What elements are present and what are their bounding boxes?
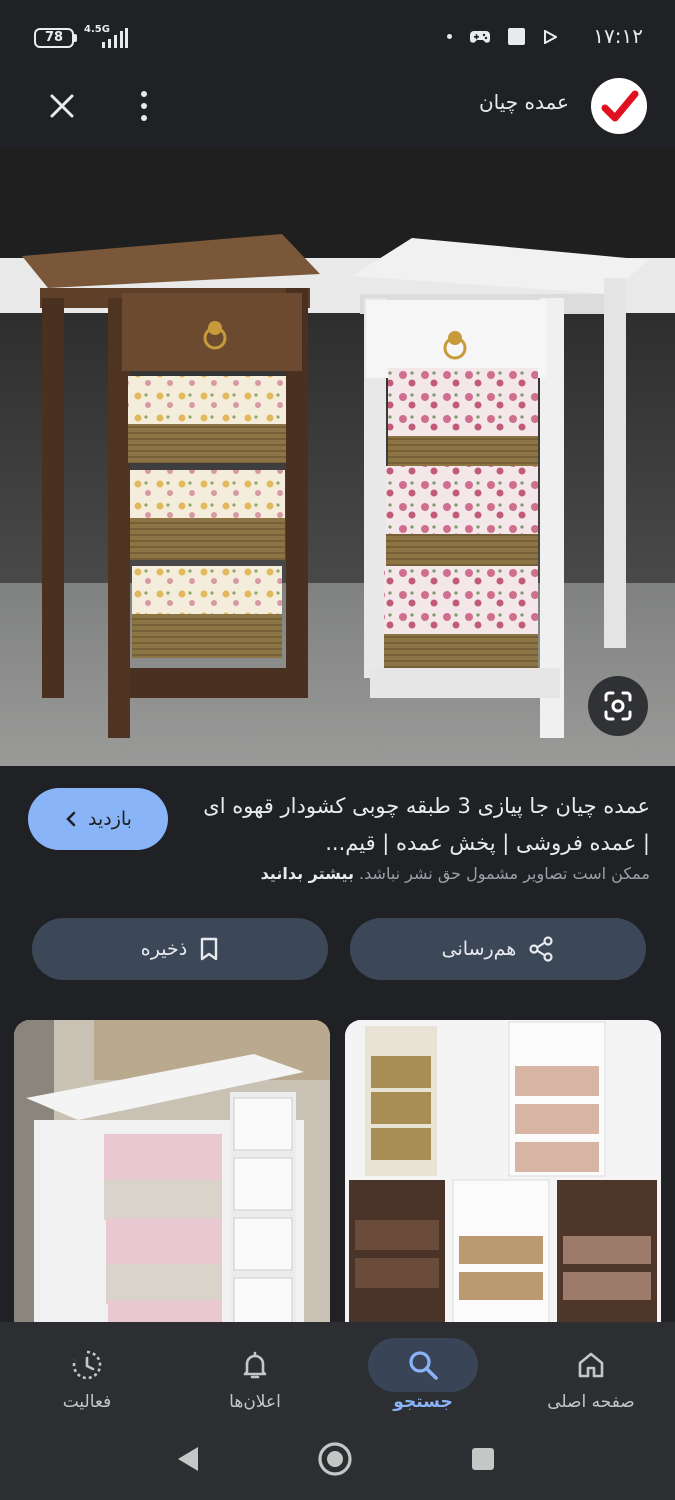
copyright-notice: ممکن است تصاویر مشمول حق نشر نباشد. بیشت… bbox=[200, 864, 650, 883]
nav-home-icon-wrap bbox=[536, 1338, 646, 1392]
bookmark-icon bbox=[200, 937, 218, 961]
close-icon[interactable] bbox=[44, 88, 80, 124]
more-vert-icon[interactable] bbox=[132, 86, 156, 126]
site-name[interactable]: عمده چیان bbox=[479, 90, 569, 114]
search-icon bbox=[409, 1351, 438, 1380]
result-title[interactable]: عمده چیان جا پیازی 3 طبقه چوبی کشودار قه… bbox=[200, 788, 650, 862]
related-photo-2 bbox=[345, 1020, 661, 1324]
share-button[interactable]: هم‌رسانی bbox=[350, 918, 646, 980]
dot-icon bbox=[447, 34, 452, 39]
nav-search[interactable]: جستجو bbox=[339, 1322, 507, 1428]
nav-notifications[interactable]: اعلان‌ها bbox=[171, 1322, 339, 1428]
nav-activity-label: فعالیت bbox=[62, 1392, 112, 1412]
battery-indicator: 78 bbox=[34, 28, 74, 48]
save-button[interactable]: ذخیره bbox=[32, 918, 328, 980]
app-header: عمده چیان bbox=[0, 76, 675, 148]
nav-home[interactable]: صفحه اصلی bbox=[507, 1322, 675, 1428]
status-bar: 78 4.5G ۱۷:۱۲ bbox=[0, 0, 675, 76]
site-logo[interactable] bbox=[591, 78, 647, 134]
nav-notifications-label: اعلان‌ها bbox=[229, 1392, 281, 1412]
status-icons bbox=[447, 28, 557, 45]
activity-icon bbox=[72, 1350, 102, 1380]
clock: ۱۷:۱۲ bbox=[593, 24, 643, 48]
related-image-1[interactable] bbox=[14, 1020, 330, 1324]
play-icon bbox=[544, 29, 557, 44]
nav-notifications-icon-wrap bbox=[200, 1338, 310, 1392]
nav-search-label: جستجو bbox=[393, 1392, 453, 1412]
home-nav-icon[interactable] bbox=[316, 1440, 354, 1478]
lens-button[interactable] bbox=[588, 676, 648, 736]
home-icon bbox=[578, 1352, 604, 1378]
chevron-left-icon bbox=[66, 811, 76, 827]
nav-home-label: صفحه اصلی bbox=[547, 1392, 635, 1412]
nav-activity[interactable]: فعالیت bbox=[3, 1322, 171, 1428]
product-photo bbox=[0, 148, 675, 766]
share-icon bbox=[529, 936, 553, 962]
bell-icon bbox=[243, 1351, 267, 1379]
save-label: ذخیره bbox=[140, 938, 188, 960]
signal-icon bbox=[102, 28, 128, 48]
nav-search-icon-wrap bbox=[368, 1338, 478, 1392]
learn-more-link[interactable]: بیشتر بدانید bbox=[261, 864, 354, 883]
related-image-2[interactable] bbox=[345, 1020, 661, 1324]
gamepad-icon bbox=[470, 30, 490, 43]
recents-icon[interactable] bbox=[470, 1446, 496, 1472]
battery-tip bbox=[74, 34, 77, 42]
square-icon bbox=[508, 28, 525, 45]
share-label: هم‌رسانی bbox=[441, 938, 517, 960]
nav-activity-icon-wrap bbox=[32, 1338, 142, 1392]
lens-icon bbox=[604, 691, 632, 721]
visit-label: بازدید bbox=[88, 808, 132, 830]
back-icon[interactable] bbox=[174, 1444, 202, 1474]
bottom-nav: صفحه اصلی جستجو اعلان‌ها فعالیت bbox=[0, 1322, 675, 1428]
related-photo-1 bbox=[14, 1020, 330, 1324]
system-nav bbox=[0, 1428, 675, 1500]
copyright-text: ممکن است تصاویر مشمول حق نشر نباشد. bbox=[359, 864, 650, 883]
main-image[interactable] bbox=[0, 148, 675, 766]
visit-button[interactable]: بازدید bbox=[28, 788, 168, 850]
